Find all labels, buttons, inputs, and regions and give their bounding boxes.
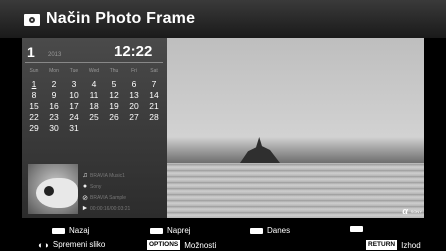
album-art — [28, 164, 78, 214]
back-button[interactable]: Nazaj — [52, 226, 89, 235]
left-right-arrows-icon: ◐◑ — [38, 239, 49, 250]
page-title: Način Photo Frame — [46, 10, 196, 27]
exit-hint[interactable]: RETURN Izhod — [366, 240, 421, 250]
artist-row: ● Sony — [80, 181, 166, 192]
weekday-label: Wed — [88, 68, 100, 74]
options-key-icon: OPTIONS — [147, 240, 181, 250]
current-year: 2013 — [48, 52, 62, 58]
weekday-label: Mon — [49, 68, 59, 74]
calendar-day: 4 — [91, 79, 97, 89]
red-button-icon — [52, 227, 65, 234]
calendar-day: 22 — [29, 112, 39, 122]
calendar-day: 16 — [49, 101, 59, 111]
photo-frame-icon — [24, 14, 40, 26]
disc-icon: ⊘ — [82, 194, 88, 202]
person-icon: ● — [82, 183, 88, 190]
alpha-logo-sub: SONY — [410, 209, 422, 214]
calendar-day: 24 — [69, 112, 79, 122]
calendar-panel: 1 2013 12:22 Sun Mon Tue Wed Thu Fri Sat… — [22, 38, 167, 218]
play-icon: ► — [81, 205, 89, 212]
calendar-day: 9 — [51, 90, 57, 100]
photo-display: α SONY — [167, 38, 424, 218]
weekday-label: Sun — [29, 68, 39, 74]
calendar-day: 26 — [109, 112, 119, 122]
weekday-label: Tue — [69, 68, 79, 74]
calendar-day: 19 — [109, 101, 119, 111]
back-label: Nazaj — [69, 226, 90, 235]
calendar-divider — [25, 62, 163, 63]
calendar-day: 21 — [149, 101, 159, 111]
calendar-day-today: 1 — [31, 79, 37, 89]
playback-time: 00:00:16/00:03:21 — [90, 205, 131, 212]
calendar-day: 14 — [149, 90, 159, 100]
calendar-day: 17 — [69, 101, 79, 111]
track-row: ♫ BRAVIA Music1 — [80, 170, 166, 181]
today-label: Danes — [267, 226, 291, 235]
return-key-icon: RETURN — [366, 240, 398, 250]
calendar-day: 18 — [89, 101, 99, 111]
blue-button[interactable] — [350, 226, 367, 232]
calendar-day: 8 — [31, 90, 37, 100]
music-note-icon: ♫ — [82, 172, 88, 179]
calendar-day: 11 — [89, 90, 99, 100]
weekday-label: Fri — [131, 68, 137, 74]
title-bar: Način Photo Frame — [0, 0, 446, 38]
calendar-day: 27 — [129, 112, 139, 122]
calendar-day: 29 — [29, 123, 39, 133]
calendar-day: 28 — [149, 112, 159, 122]
calendar-day: 25 — [89, 112, 99, 122]
calendar-day: 10 — [69, 90, 79, 100]
track-title: BRAVIA Music1 — [90, 172, 125, 179]
current-day: 1 — [27, 44, 35, 60]
change-photo-hint[interactable]: ◐◑ Spremeni sliko — [38, 240, 105, 249]
calendar-day: 2 — [51, 79, 57, 89]
blue-button-icon — [350, 226, 363, 232]
album-name: BRAVIA Sample — [90, 194, 127, 201]
calendar-day: 13 — [129, 90, 139, 100]
options-label: Možnosti — [184, 240, 217, 250]
progress-row: ► 00:00:16/00:03:21 — [80, 203, 166, 214]
weekday-label: Sat — [150, 68, 158, 74]
change-photo-label: Spremeni sliko — [52, 240, 106, 249]
alpha-logo: α — [402, 206, 408, 216]
album-row: ⊘ BRAVIA Sample — [80, 192, 166, 203]
calendar-day: 3 — [71, 79, 77, 89]
calendar-day: 5 — [111, 79, 117, 89]
photo-frame-panel: 1 2013 12:22 Sun Mon Tue Wed Thu Fri Sat… — [22, 38, 424, 218]
calendar-day: 12 — [109, 90, 119, 100]
weekday-header: Sun Mon Tue Wed Thu Fri Sat — [24, 68, 166, 74]
calendar-day: 6 — [131, 79, 137, 89]
color-button-row: Nazaj Naprej Danes — [0, 226, 446, 241]
key-hint-row: ◐◑ Spremeni sliko OPTIONS Možnosti RETUR… — [0, 240, 446, 251]
calendar-day: 20 — [129, 101, 139, 111]
forward-button[interactable]: Naprej — [150, 226, 191, 235]
footer-bar: Nazaj Naprej Danes ◐◑ Spremeni sliko OPT… — [0, 218, 446, 251]
calendar-day: 30 — [49, 123, 59, 133]
green-button-icon — [150, 227, 163, 234]
options-hint[interactable]: OPTIONS Možnosti — [147, 240, 216, 250]
calendar-grid: 1 2 3 4 5 6 7 8 9 10 11 12 13 14 15 16 1… — [24, 79, 166, 134]
weekday-label: Thu — [109, 68, 119, 74]
calendar-day: 31 — [69, 123, 79, 133]
photo-castle — [240, 137, 280, 163]
clock: 12:22 — [114, 43, 153, 60]
photo-foreground — [167, 163, 424, 218]
calendar-day: 15 — [29, 101, 39, 111]
today-button[interactable]: Danes — [250, 226, 290, 235]
yellow-button-icon — [250, 227, 263, 234]
exit-label: Izhod — [401, 240, 421, 250]
music-info: ♫ BRAVIA Music1 ● Sony ⊘ BRAVIA Sample ►… — [80, 170, 166, 214]
forward-label: Naprej — [167, 226, 191, 235]
calendar-day: 7 — [151, 79, 157, 89]
artist-name: Sony — [90, 183, 102, 190]
calendar-day: 23 — [49, 112, 59, 122]
